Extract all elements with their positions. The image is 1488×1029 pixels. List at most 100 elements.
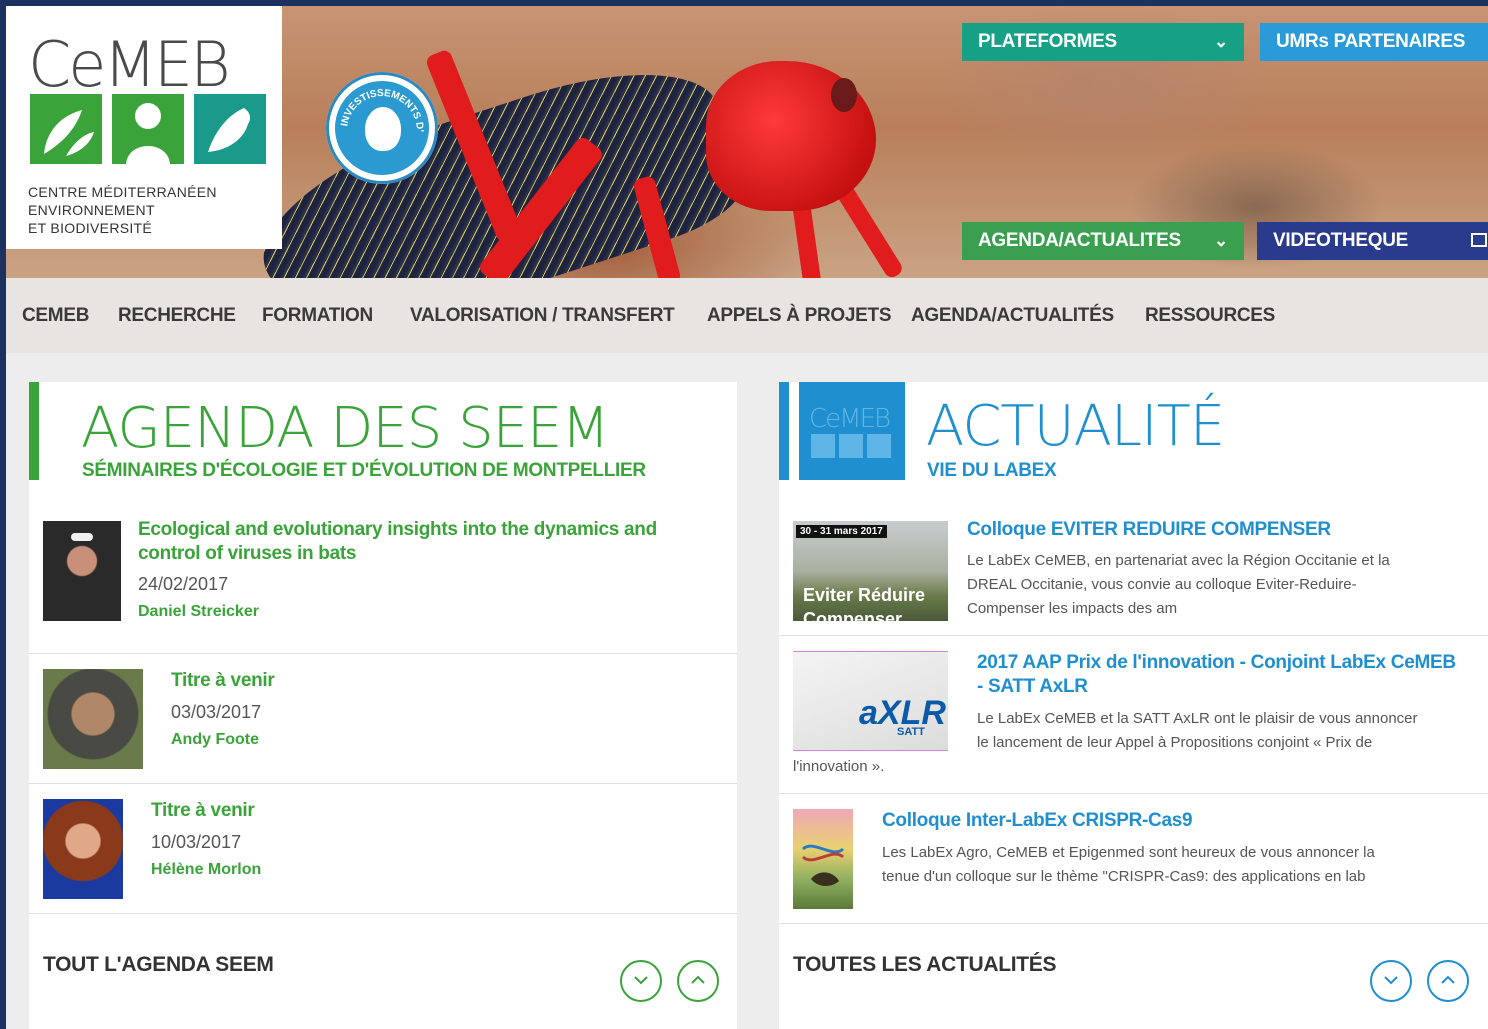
news-excerpt-line: DREAL Occitanie, vous convie au colloque… (967, 576, 1357, 593)
divider (29, 653, 737, 654)
logo-subtitle-line: CENTRE MÉDITERRANÉEN (28, 184, 217, 200)
mini-logo-text: CeMEB (809, 404, 891, 434)
scroll-up-button[interactable] (1427, 960, 1469, 1002)
thumb-caption: Eviter Réduire (803, 585, 926, 605)
news-title-link[interactable]: Colloque EVITER REDUIRE COMPENSER (967, 518, 1331, 542)
logo-subtitle-line: ET BIODIVERSITÉ (28, 220, 153, 236)
seminar-title-link[interactable]: Ecological and evolutionary insights int… (138, 518, 657, 566)
agenda-dropdown[interactable]: AGENDA/ACTUALITES ⌄ (962, 222, 1244, 260)
divider (29, 783, 737, 784)
agenda-title: AGENDA DES SEEM (81, 396, 610, 461)
cemeb-logo[interactable]: CeMEB CENTRE MÉDITERRANÉEN ENVIRONNEMENT… (6, 6, 282, 249)
scroll-up-button[interactable] (677, 960, 719, 1002)
divider (779, 793, 1488, 794)
scroll-down-button[interactable] (620, 960, 662, 1002)
seminar-date: 24/02/2017 (138, 574, 229, 594)
news-title-link[interactable]: 2017 AAP Prix de l'innovation - Conjoint… (977, 651, 1456, 699)
umrs-label: UMRs PARTENAIRES (1276, 31, 1466, 52)
plateformes-dropdown[interactable]: PLATEFORMES ⌄ (962, 23, 1244, 61)
nav-recherche[interactable]: RECHERCHE (118, 305, 236, 327)
logo-subtitle: CENTRE MÉDITERRANÉEN ENVIRONNEMENT ET BI… (28, 183, 217, 237)
cemeb-mini-logo: CeMEB (799, 382, 905, 480)
seminar-title-link[interactable]: Titre à venir (151, 799, 255, 823)
news-accent-bar (779, 382, 789, 480)
seminar-title-link[interactable]: Titre à venir (171, 669, 275, 693)
nav-appels[interactable]: APPELS À PROJETS (707, 305, 892, 327)
umrs-dropdown[interactable]: UMRs PARTENAIRES ⌄ (1260, 23, 1488, 61)
speaker-photo[interactable] (43, 521, 121, 621)
bird-icon (867, 434, 891, 458)
logo-tiles (30, 94, 266, 164)
nav-cemeb[interactable]: CEMEB (22, 305, 89, 327)
news-excerpt-line: Le LabEx CeMEB, en partenariat avec la R… (967, 552, 1390, 569)
main-nav: CEMEB RECHERCHE FORMATION VALORISATION /… (6, 278, 1488, 353)
seminar-title-line: control of viruses in bats (138, 543, 357, 564)
news-excerpt-line: le lancement de leur Appel à Proposition… (977, 734, 1373, 751)
thumb-caption: Compenser (803, 609, 903, 621)
chevron-down-icon: ⌄ (1214, 231, 1228, 250)
news-title-link[interactable]: Colloque Inter-LabEx CRISPR-Cas9 (882, 809, 1193, 833)
news-thumbnail[interactable]: 30 - 31 mars 2017 Eviter Réduire Compens… (793, 521, 948, 621)
nav-agenda[interactable]: AGENDA/ACTUALITÉS (911, 305, 1114, 327)
page-frame: CeMEB CENTRE MÉDITERRANÉEN ENVIRONNEMENT… (6, 6, 1488, 1029)
leaf-icon (30, 94, 102, 164)
chevron-up-icon (690, 972, 706, 990)
axlr-logo-sub: SATT (897, 726, 925, 738)
logo-subtitle-line: ENVIRONNEMENT (28, 202, 155, 218)
speaker-name-link[interactable]: Andy Foote (171, 731, 259, 749)
agenda-label: AGENDA/ACTUALITES (978, 230, 1181, 251)
news-thumbnail[interactable] (793, 809, 853, 909)
divider (779, 635, 1488, 636)
chevron-down-icon (1383, 972, 1399, 990)
nav-valorisation[interactable]: VALORISATION / TRANSFERT (410, 305, 675, 327)
divider (29, 913, 737, 914)
videotheque-label: VIDEOTHEQUE (1273, 230, 1408, 251)
news-title-line: - SATT AxLR (977, 676, 1088, 697)
svg-text:INVESTISSEMENTS D'AVENIR: INVESTISSEMENTS D'AVENIR (335, 81, 425, 132)
divider (779, 923, 1488, 924)
news-excerpt-line: tenue d'un colloque sur le thème "CRISPR… (882, 868, 1366, 885)
speaker-name-link[interactable]: Daniel Streicker (138, 603, 259, 621)
news-title-line: 2017 AAP Prix de l'innovation - Conjoint… (977, 652, 1456, 673)
news-subtitle: VIE DU LABEX (927, 460, 1057, 481)
investissements-avenir-seal: INVESTISSEMENTS D'AVENIR (326, 72, 438, 184)
seminar-date: 03/03/2017 (171, 702, 262, 722)
film-icon (1471, 233, 1487, 247)
news-excerpt-line: Les LabEx Agro, CeMEB et Epigenmed sont … (882, 844, 1375, 861)
person-silhouette-icon (112, 94, 184, 164)
plateformes-label: PLATEFORMES (978, 31, 1117, 52)
videotheque-button[interactable]: VIDEOTHEQUE (1257, 222, 1488, 260)
chevron-down-icon (633, 972, 649, 990)
header-banner: CeMEB CENTRE MÉDITERRANÉEN ENVIRONNEMENT… (6, 6, 1488, 278)
agenda-panel: AGENDA DES SEEM SÉMINAIRES D'ÉCOLOGIE ET… (29, 382, 737, 1029)
agenda-accent-bar (29, 382, 39, 480)
news-panel: CeMEB ACTUALITÉ VIE DU LABEX 30 - 31 mar… (779, 382, 1488, 1029)
news-title: ACTUALITÉ (926, 394, 1225, 459)
seminar-date: 10/03/2017 (151, 832, 242, 852)
bird-icon (194, 94, 266, 164)
seminar-title-line: Ecological and evolutionary insights int… (138, 519, 657, 540)
scroll-down-button[interactable] (1370, 960, 1412, 1002)
nav-ressources[interactable]: RESSOURCES (1145, 305, 1275, 327)
nav-formation[interactable]: FORMATION (262, 305, 373, 327)
person-silhouette-icon (839, 434, 863, 458)
speaker-photo[interactable] (43, 799, 123, 899)
news-excerpt-line: l'innovation ». (793, 758, 885, 775)
leaf-icon (811, 434, 835, 458)
speaker-photo[interactable] (43, 669, 143, 769)
news-excerpt: Le LabEx CeMEB, en partenariat avec la R… (967, 549, 1390, 621)
grasshopper-eye (831, 78, 857, 112)
thumb-date: 30 - 31 mars 2017 (796, 525, 887, 538)
speaker-name-link[interactable]: Hélène Morlon (151, 861, 261, 879)
chevron-up-icon (1440, 972, 1456, 990)
all-agenda-link[interactable]: TOUT L'AGENDA SEEM (43, 953, 274, 977)
news-excerpt: Le LabEx CeMEB et la SATT AxLR ont le pl… (977, 707, 1418, 755)
all-news-link[interactable]: TOUTES LES ACTUALITÉS (793, 953, 1057, 977)
news-excerpt-line: Compenser les impacts des am (967, 600, 1178, 617)
seal-text: INVESTISSEMENTS D'AVENIR (335, 81, 425, 132)
logo-wordmark: CeMEB (28, 28, 231, 101)
chevron-down-icon: ⌄ (1214, 32, 1228, 51)
news-thumbnail[interactable]: aXLR SATT (793, 651, 948, 751)
news-excerpt-line: Le LabEx CeMEB et la SATT AxLR ont le pl… (977, 710, 1418, 727)
agenda-subtitle: SÉMINAIRES D'ÉCOLOGIE ET D'ÉVOLUTION DE … (82, 460, 646, 481)
